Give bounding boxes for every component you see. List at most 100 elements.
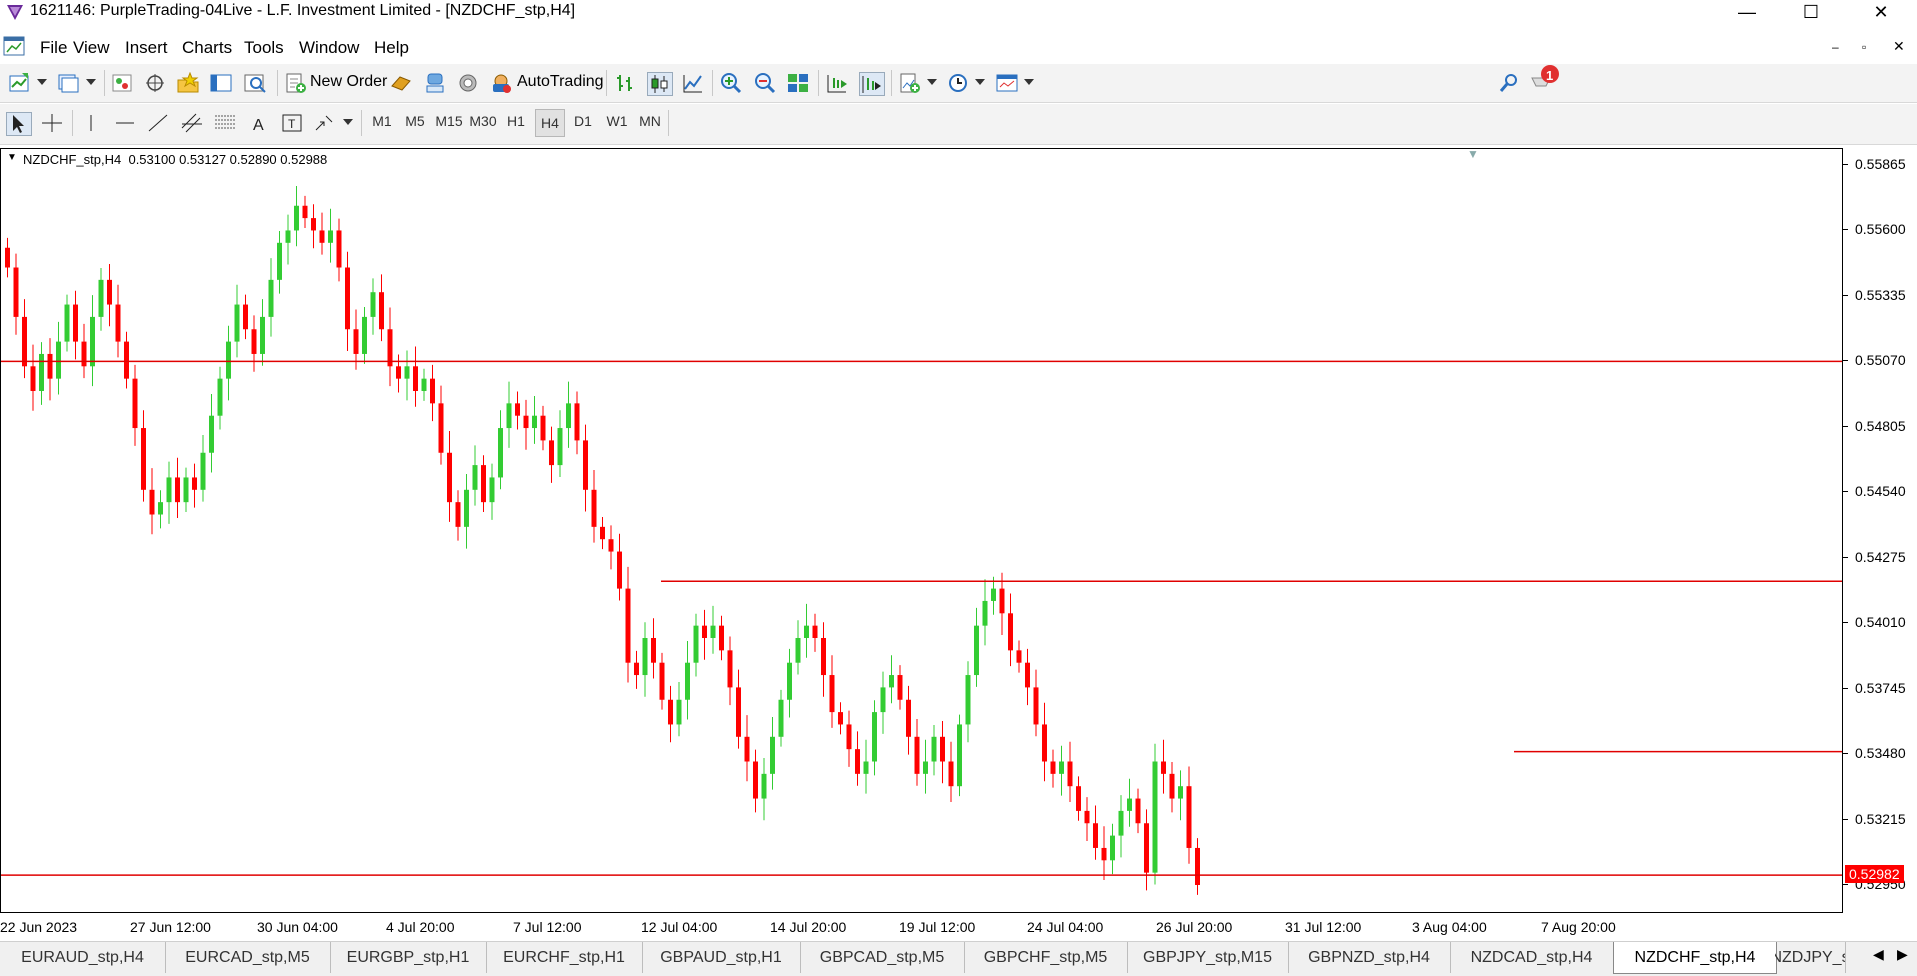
chart-tab[interactable]: GBPCHF_stp,M5 [964,942,1128,973]
price-chart[interactable]: ▼ NZDCHF_stp,H4 0.53100 0.53127 0.52890 … [0,147,1843,913]
time-scale[interactable]: 22 Jun 2023 27 Jun 12:00 30 Jun 04:00 4 Jul… [0,913,1917,941]
chart-tab[interactable]: EURGBP_stp,H1 [330,942,487,973]
search-icon[interactable] [1497,72,1521,94]
crosshair-icon[interactable] [40,112,64,134]
candle-body [1084,810,1090,824]
arrows-dropdown-icon[interactable] [343,119,353,125]
timeframe-m1[interactable]: M1 [370,113,394,129]
chart-tab[interactable]: NZDCAD_stp,H4 [1450,942,1614,973]
child-minimize-icon[interactable]: – [1832,40,1839,54]
terminal-icon[interactable] [209,72,233,94]
timeframe-m30[interactable]: M30 [468,113,498,129]
autoscroll-icon[interactable] [859,72,885,96]
menu-charts[interactable]: Charts [182,38,232,58]
templates-dropdown-icon[interactable] [1024,79,1034,85]
candle [319,212,325,255]
close-button[interactable]: ✕ [1851,0,1911,24]
profiles-dropdown-icon[interactable] [86,79,96,85]
tabs-scroll-right-icon[interactable]: ▶ [1897,946,1908,963]
timeframe-w1[interactable]: W1 [605,113,629,129]
indicators-icon[interactable] [898,72,922,94]
candle-body [583,440,588,490]
arrows-icon[interactable] [313,112,337,134]
maximize-button[interactable]: ☐ [1781,0,1841,24]
candle-body [821,638,826,676]
profiles-icon[interactable] [56,72,80,94]
menu-window[interactable]: Window [299,38,359,58]
notifications-icon[interactable] [1529,64,1561,94]
chart-shift-marker-icon[interactable]: ▼ [1467,147,1479,161]
menu-insert[interactable]: Insert [125,38,168,58]
market-watch-icon[interactable] [110,72,134,94]
autotrading-icon[interactable] [489,72,513,94]
candlestick-plot[interactable] [1,149,1842,912]
candle-body [217,378,223,416]
strategy-tester-icon[interactable] [243,72,267,94]
candle [455,490,461,541]
candlestick-chart-icon[interactable] [647,72,673,96]
new-chart-icon[interactable] [8,72,32,94]
bar-chart-icon[interactable] [614,72,638,94]
menu-view[interactable]: View [73,38,110,58]
horizontal-line-icon[interactable] [113,112,137,134]
navigator-icon[interactable] [176,72,200,94]
line-chart-icon[interactable] [681,72,705,94]
price-tick [1843,687,1848,689]
candle-body [668,699,673,725]
candle-body [923,761,928,774]
menu-tools[interactable]: Tools [244,38,284,58]
chart-tab[interactable]: NZDJPY_s [1775,942,1846,973]
app-logo-icon [7,5,23,20]
zoom-in-icon[interactable] [719,72,743,94]
metaquotes-language-icon[interactable] [389,72,413,94]
new-chart-dropdown-icon[interactable] [37,79,47,85]
periods-dropdown-icon[interactable] [975,79,985,85]
new-order-button[interactable]: New Order [310,73,387,91]
timeframe-h4[interactable]: H4 [535,109,565,137]
indicators-dropdown-icon[interactable] [927,79,937,85]
cursor-icon[interactable] [6,112,32,136]
price-scale[interactable]: 0.55865 0.55600 0.55335 0.55070 0.54805 0.545… [1843,148,1917,913]
candle-body [115,304,121,342]
chart-tab[interactable]: GBPJPY_stp,M15 [1127,942,1289,973]
tabs-scroll-left-icon[interactable]: ◀ [1873,946,1884,963]
timeframe-h1[interactable]: H1 [504,113,528,129]
chart-shift-icon[interactable] [825,72,849,94]
candle [175,457,180,518]
timeframe-m15[interactable]: M15 [435,113,463,129]
child-close-icon[interactable]: ✕ [1893,38,1905,55]
chart-tab[interactable]: EURAUD_stp,H4 [0,942,166,973]
text-icon[interactable]: A [247,112,271,134]
autotrading-button[interactable]: AutoTrading [517,73,604,91]
vertical-line-icon[interactable] [79,112,103,134]
data-window-icon[interactable] [143,72,167,94]
minimize-button[interactable]: — [1717,0,1777,24]
zoom-out-icon[interactable] [753,72,777,94]
templates-icon[interactable] [995,72,1019,94]
periods-clock-icon[interactable] [946,72,970,94]
signals-icon[interactable] [423,72,447,94]
chart-tab[interactable]: NZDCHF_stp,H4 [1613,942,1777,974]
timeframe-d1[interactable]: D1 [571,113,595,129]
timeframe-mn[interactable]: MN [637,113,663,129]
equidistant-channel-icon[interactable] [180,112,204,134]
chart-tab[interactable]: GBPNZD_stp,H4 [1288,942,1451,973]
timeframe-m5[interactable]: M5 [403,113,427,129]
chart-tab[interactable]: EURCHF_stp,H1 [486,942,643,973]
market-icon[interactable] [456,72,480,94]
trendline-icon[interactable] [146,112,170,134]
chart-tab[interactable]: EURCAD_stp,M5 [165,942,331,973]
chart-tab[interactable]: GBPCAD_stp,M5 [800,942,965,973]
tile-windows-icon[interactable] [786,72,810,94]
text-label-icon[interactable]: T [280,112,304,134]
chart-tab[interactable]: GBPAUD_stp,H1 [642,942,801,973]
child-restore-icon[interactable]: ▫ [1862,40,1866,54]
candle-body [753,761,758,799]
menu-file[interactable]: File [40,38,67,58]
chart-window-icon[interactable] [3,36,25,58]
candle [1067,741,1073,803]
collapse-triangle-icon[interactable]: ▼ [7,152,17,163]
menu-help[interactable]: Help [374,38,409,58]
fibonacci-icon[interactable] [213,112,237,134]
new-order-icon[interactable] [284,72,308,94]
